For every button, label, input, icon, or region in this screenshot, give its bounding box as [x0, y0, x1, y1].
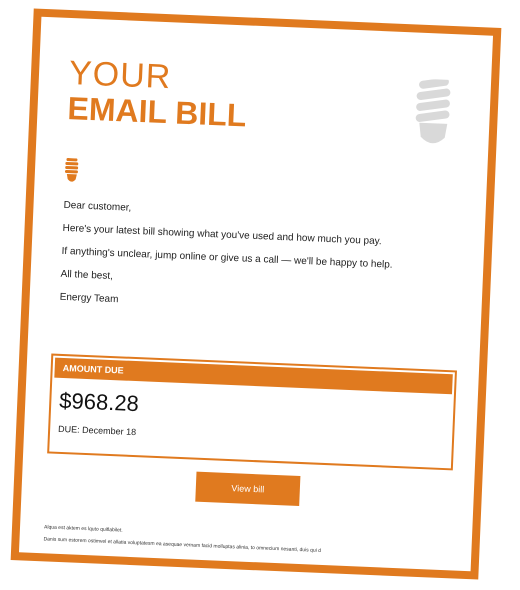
letter-body: Dear customer, Here's your latest bill s… [59, 198, 463, 330]
fine-print: Alqua est aktem es lquto quiflabilet. Da… [43, 521, 464, 563]
due-date: DUE: December 18 [57, 423, 137, 438]
small-lightbulb-icon [64, 158, 79, 190]
title-line-2: EMAIL BILL [66, 89, 248, 134]
amount-due-box: AMOUNT DUE $968.28 DUE: December 18 [47, 353, 457, 471]
view-bill-button[interactable]: View bill [195, 471, 301, 506]
lightbulb-icon [412, 77, 455, 157]
amount-value: $968.28 [58, 387, 140, 417]
amount-due-header: AMOUNT DUE [54, 357, 453, 395]
email-bill-card: YOUR EMAIL BILL Dear customer, Here's yo… [10, 8, 502, 580]
